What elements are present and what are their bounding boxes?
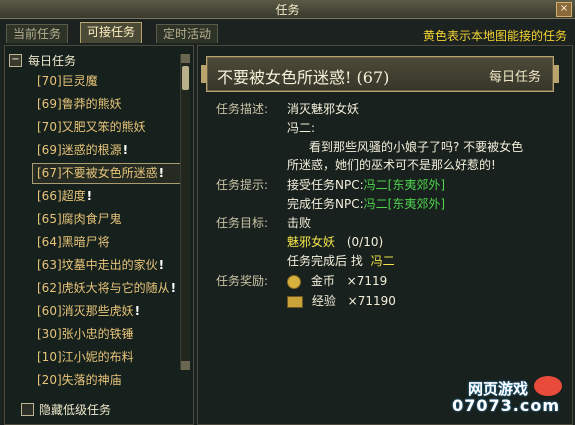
quest-item[interactable]: [63]坟墓中走出的家伙! [33, 256, 181, 275]
desc-line-2: 所迷惑，她们的巫术可不是那么好惹的! [287, 158, 496, 172]
quest-list: [70]巨灵魔 [69]鲁莽的熊妖 [70]又肥又笨的熊妖 [69]迷惑的根源!… [32, 72, 182, 394]
quest-list-scrollbar[interactable] [180, 54, 190, 370]
complete-npc-link[interactable]: 冯二[东夷郊外] [364, 197, 445, 211]
window-title: 任务 [275, 3, 300, 17]
quest-item[interactable]: [70]巨灵魔 [33, 72, 181, 91]
site-logo: 网页游戏 07073.com [452, 376, 566, 416]
quest-type: 每日任务 [488, 70, 541, 85]
logo-mark-icon [534, 376, 562, 396]
quest-item[interactable]: [64]黑暗尸将 [33, 233, 181, 252]
desc-title: 消灭魅邪女妖 [287, 102, 360, 116]
map-hint: 黄色表示本地图能接的任务 [422, 29, 567, 43]
reward-label: 任务奖励: [216, 274, 269, 288]
goal-target[interactable]: 魅邪女妖 [287, 235, 335, 249]
hide-low-level-checkbox[interactable] [21, 403, 34, 416]
scroll-thumb[interactable] [182, 66, 189, 90]
goal-label: 任务目标: [216, 216, 269, 230]
quest-item[interactable]: [30]张小忠的铁锤 [33, 325, 181, 344]
quest-item[interactable]: [70]又肥又笨的熊妖 [33, 118, 181, 137]
tab-timed-events[interactable]: 定时活动 [156, 24, 219, 43]
npc-name: 冯二: [287, 121, 316, 135]
desc-label: 任务描述: [216, 102, 269, 116]
desc-line-1: 看到那些风骚的小娘子了吗? 不要被女色 [309, 140, 524, 154]
reward-exp: 经验 ×71190 [287, 292, 396, 309]
quest-item[interactable]: [69]鲁莽的熊妖 [33, 95, 181, 114]
goal-verb: 击败 [287, 216, 312, 230]
collapse-toggle[interactable]: − [9, 53, 22, 67]
category-daily[interactable]: − 每日任务 [9, 52, 76, 68]
accept-npc-link[interactable]: 冯二[东夷郊外] [364, 178, 445, 192]
exp-scroll-icon [287, 295, 303, 308]
quest-item-selected[interactable]: [67]不要被女色所迷惑! [32, 163, 182, 184]
tab-current[interactable]: 当前任务 [6, 24, 69, 43]
hide-low-level-label: 隐藏低级任务 [39, 403, 112, 417]
quest-item[interactable]: [69]迷惑的根源! [33, 141, 181, 160]
quest-list-panel: − 每日任务 [70]巨灵魔 [69]鲁莽的熊妖 [70]又肥又笨的熊妖 [69… [4, 45, 194, 425]
quest-item[interactable]: [66]超度! [33, 187, 181, 206]
quest-item[interactable]: [20]失落的神庙 [33, 371, 181, 390]
quest-item[interactable]: [10]江小妮的布料 [33, 348, 181, 367]
quest-title: 不要被女色所迷惑! (67) [217, 68, 390, 87]
quest-title-banner: 不要被女色所迷惑! (67) 每日任务 [201, 56, 559, 92]
banner-cap-left [201, 65, 206, 83]
tab-available[interactable]: 可接任务 [80, 22, 143, 43]
goal-progress: (0/10) [346, 235, 384, 249]
gold-coin-icon [287, 274, 301, 289]
window-titlebar: 任务 × [0, 0, 575, 19]
close-button[interactable]: × [556, 2, 572, 17]
quest-item[interactable]: [62]虎妖大将与它的随从! [33, 279, 181, 298]
accept-npc-line: 接受任务NPC:冯二[东夷郊外] [287, 178, 446, 192]
quest-item[interactable]: [60]消灭那些虎妖! [33, 302, 181, 321]
hide-low-level-toggle[interactable]: 隐藏低级任务 [21, 401, 111, 418]
goal-target-line: 魅邪女妖 (0/10) [287, 233, 383, 250]
quest-detail-panel: 不要被女色所迷惑! (67) 每日任务 任务描述: 消灭魅邪女妖 冯二: 看到那… [197, 45, 573, 425]
goal-after-line: 任务完成后 找 冯二 [287, 254, 395, 268]
goal-npc-link[interactable]: 冯二 [371, 254, 395, 268]
complete-npc-line: 完成任务NPC:冯二[东夷郊外] [287, 197, 446, 211]
tip-label: 任务提示: [216, 178, 269, 192]
reward-gold: 金币 ×7119 [287, 272, 387, 289]
quest-item[interactable]: [65]腐肉食尸鬼 [33, 210, 181, 229]
scroll-up-icon[interactable] [181, 54, 190, 63]
banner-cap-right [554, 65, 559, 83]
scroll-down-icon[interactable] [181, 361, 190, 370]
category-label: 每日任务 [28, 53, 77, 68]
